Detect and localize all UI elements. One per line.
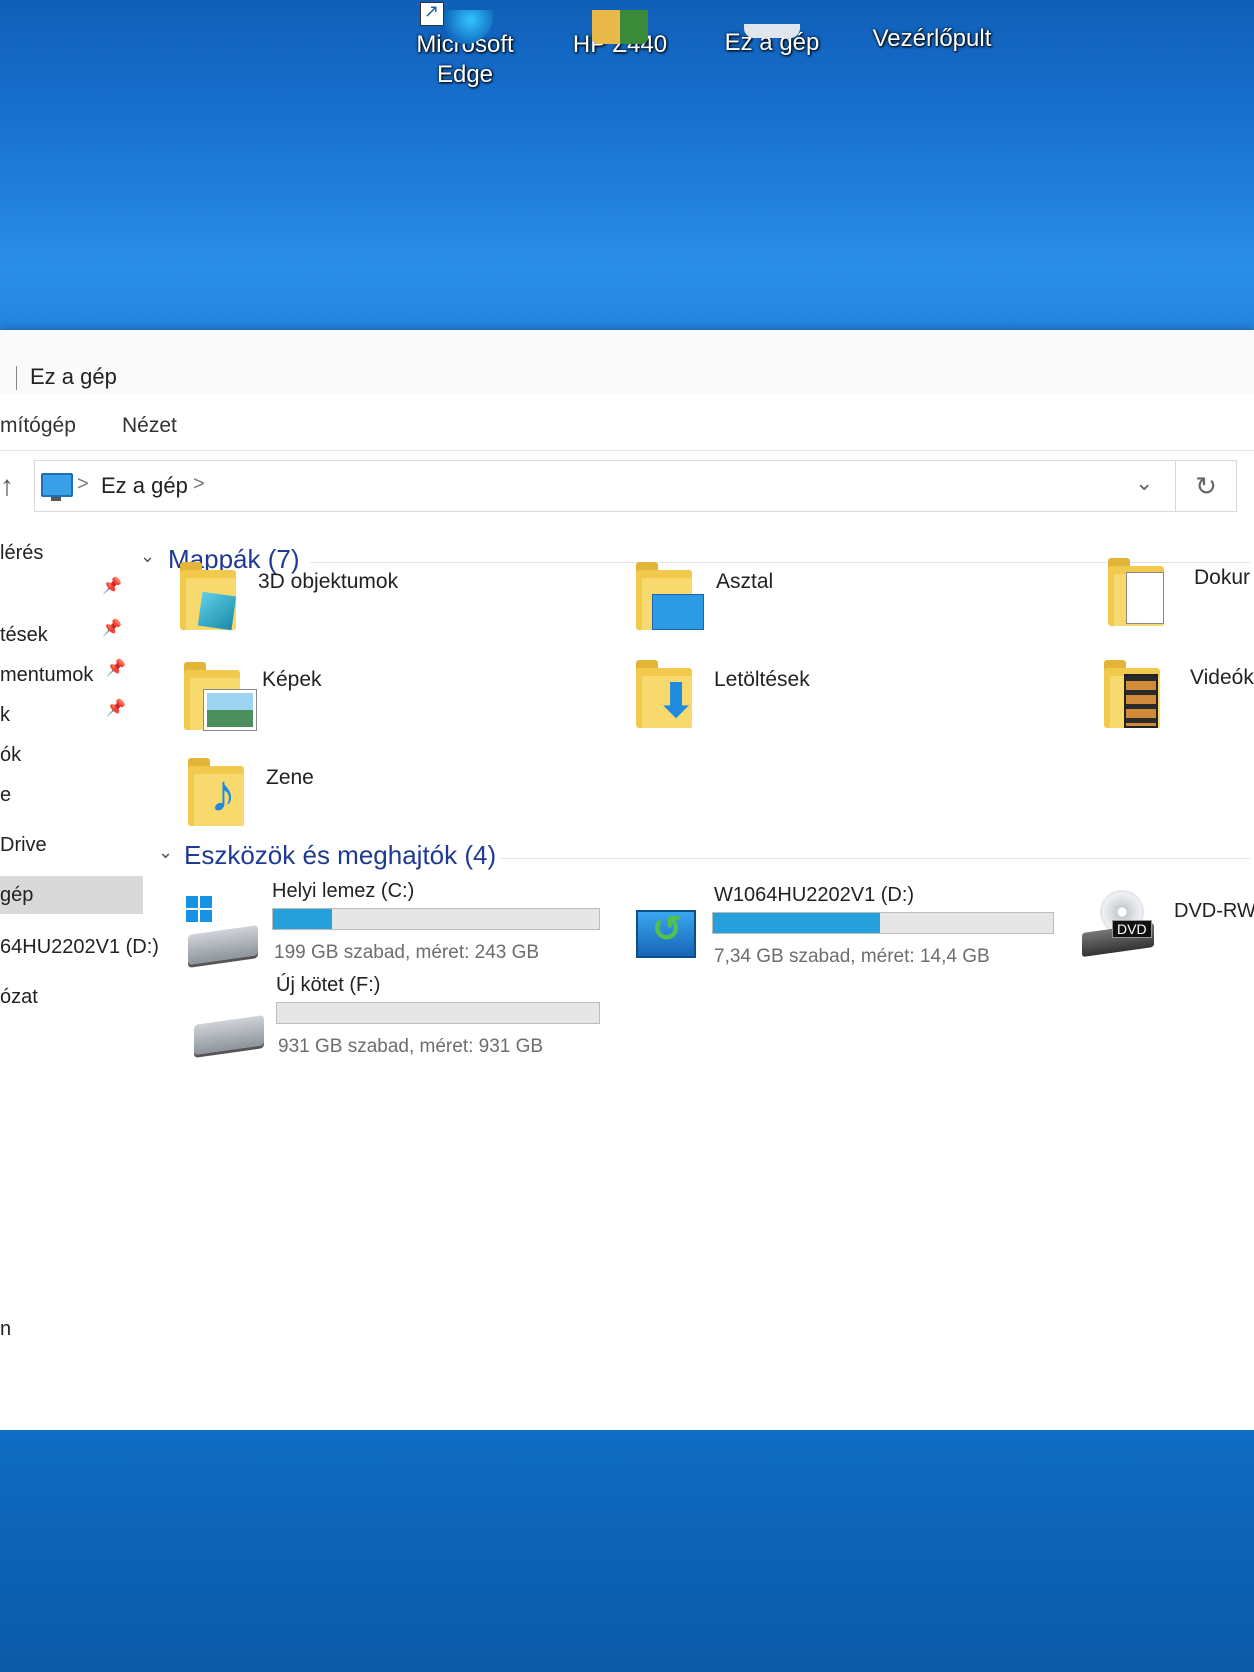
desktop-icon-hp-z440[interactable]: HP Z440 xyxy=(560,10,680,60)
music-note-icon: ♪ xyxy=(210,765,236,823)
section-divider xyxy=(500,858,1250,859)
drive-name: W1064HU2202V1 (D:) xyxy=(714,884,915,906)
pin-icon: 📌 xyxy=(102,578,122,595)
file-explorer-window: Ez a gép mítógép Nézet ↑ > Ez a gép > ⌄ … xyxy=(0,330,1254,1450)
drive-usage-fill xyxy=(713,913,880,933)
nav-item-pictures[interactable]: k xyxy=(0,704,10,727)
breadcrumb-this-pc[interactable]: Ez a gép xyxy=(101,473,188,499)
folder-icon xyxy=(180,562,237,631)
drive-space-text: 931 GB szabad, méret: 931 GB xyxy=(278,1036,544,1057)
chevron-down-icon[interactable]: ⌄ xyxy=(158,842,173,863)
drive-usage-bar xyxy=(276,1002,600,1024)
nav-item-music[interactable]: e xyxy=(0,784,11,807)
chevron-down-icon[interactable]: ⌄ xyxy=(1135,470,1153,496)
folder-label: 3D objektumok xyxy=(258,570,399,593)
nav-item-this-pc[interactable]: gép xyxy=(0,876,143,914)
drive-name: DVD-RW xyxy=(1174,900,1254,922)
drive-name: Új kötet (F:) xyxy=(276,974,381,996)
film-strip-icon xyxy=(1124,674,1158,728)
document-icon xyxy=(1126,572,1164,624)
hard-drive-icon xyxy=(188,925,258,965)
nav-item-drive-d[interactable]: 64HU2202V1 (D:) xyxy=(0,936,159,959)
drive-usage-fill xyxy=(273,909,332,929)
refresh-button[interactable]: ↻ xyxy=(1176,460,1237,512)
folder-label: Képek xyxy=(262,668,322,691)
drive-space-text: 199 GB szabad, méret: 243 GB xyxy=(274,942,540,963)
download-arrow-icon: ⬇ xyxy=(656,675,697,728)
folder-icon: ⬇ xyxy=(636,660,696,728)
pin-icon: 📌 xyxy=(106,700,126,717)
folder-icon xyxy=(592,10,648,44)
nav-item-videos[interactable]: ók xyxy=(0,744,21,767)
picture-icon xyxy=(204,690,256,730)
pin-icon: 📌 xyxy=(102,620,122,637)
folder-label: Asztal xyxy=(716,570,774,593)
nav-item-status: n xyxy=(0,1318,12,1340)
navigation-pane: lérés 📌 tések 📌 mentumok 📌 k 📌 ók e Driv… xyxy=(0,530,159,1430)
pin-icon: 📌 xyxy=(106,660,126,677)
computer-icon xyxy=(744,24,800,38)
drive-space-text: 7,34 GB szabad, méret: 14,4 GB xyxy=(714,946,990,967)
desktop-icon-label: Vezérlőpult xyxy=(872,25,992,52)
refresh-arrow-icon: ↺ xyxy=(652,908,683,949)
folder-icon xyxy=(636,562,704,630)
nav-item-downloads[interactable]: tések xyxy=(0,624,48,647)
drives-section-title[interactable]: Eszközök és meghajtók (4) xyxy=(184,840,496,871)
folder-label: Dokur xyxy=(1194,566,1251,589)
folder-icon: ♪ xyxy=(188,758,244,826)
desktop-icon-control-panel[interactable]: Vezérlőpult xyxy=(862,24,1002,54)
nav-item-documents[interactable]: mentumok xyxy=(0,664,93,687)
breadcrumb-chevron-icon[interactable]: > xyxy=(77,473,89,496)
usb-drive-icon: ↺ xyxy=(636,908,696,958)
desktop-icon-label: Edge xyxy=(436,61,494,88)
desktop-icon-this-pc[interactable]: Ez a gép xyxy=(712,24,832,58)
folder-icon xyxy=(184,662,256,730)
ribbon-tab-computer[interactable]: mítógép xyxy=(0,414,76,438)
folder-label: Zene xyxy=(266,766,314,789)
up-arrow-icon[interactable]: ↑ xyxy=(0,470,14,502)
title-separator xyxy=(16,366,17,390)
ribbon: mítógép Nézet xyxy=(0,410,1254,451)
address-bar[interactable]: > Ez a gép > xyxy=(34,460,1176,512)
window-title: Ez a gép xyxy=(30,364,117,389)
desktop-screen-icon xyxy=(652,594,704,630)
folder-icon xyxy=(1108,558,1164,626)
dvd-drive-icon: DVD xyxy=(1082,890,1154,958)
breadcrumb-chevron-icon[interactable]: > xyxy=(193,473,205,496)
folder-label: Videók xyxy=(1190,666,1254,689)
title-bar: Ez a gép xyxy=(0,330,1254,394)
ribbon-tab-view[interactable]: Nézet xyxy=(122,414,177,438)
folder-icon xyxy=(1104,660,1160,728)
shortcut-arrow-icon xyxy=(420,1,444,26)
drive-name: Helyi lemez (C:) xyxy=(272,880,415,902)
cube-icon xyxy=(197,591,237,631)
nav-item-onedrive[interactable]: Drive xyxy=(0,834,47,857)
folder-label: Letöltések xyxy=(714,668,810,691)
chevron-down-icon[interactable]: ⌄ xyxy=(140,546,155,567)
drive-usage-bar xyxy=(712,912,1054,934)
hard-drive-icon xyxy=(194,1015,264,1055)
computer-icon xyxy=(41,473,73,501)
nav-item-quick-access[interactable]: lérés xyxy=(0,542,43,565)
nav-item-network[interactable]: ózat xyxy=(0,986,38,1009)
desktop-icon-edge[interactable]: Microsoft Edge xyxy=(400,10,530,90)
desktop-background xyxy=(0,1430,1254,1672)
drive-usage-bar xyxy=(272,908,600,930)
dvd-badge: DVD xyxy=(1112,920,1152,938)
windows-logo-icon xyxy=(186,896,212,922)
